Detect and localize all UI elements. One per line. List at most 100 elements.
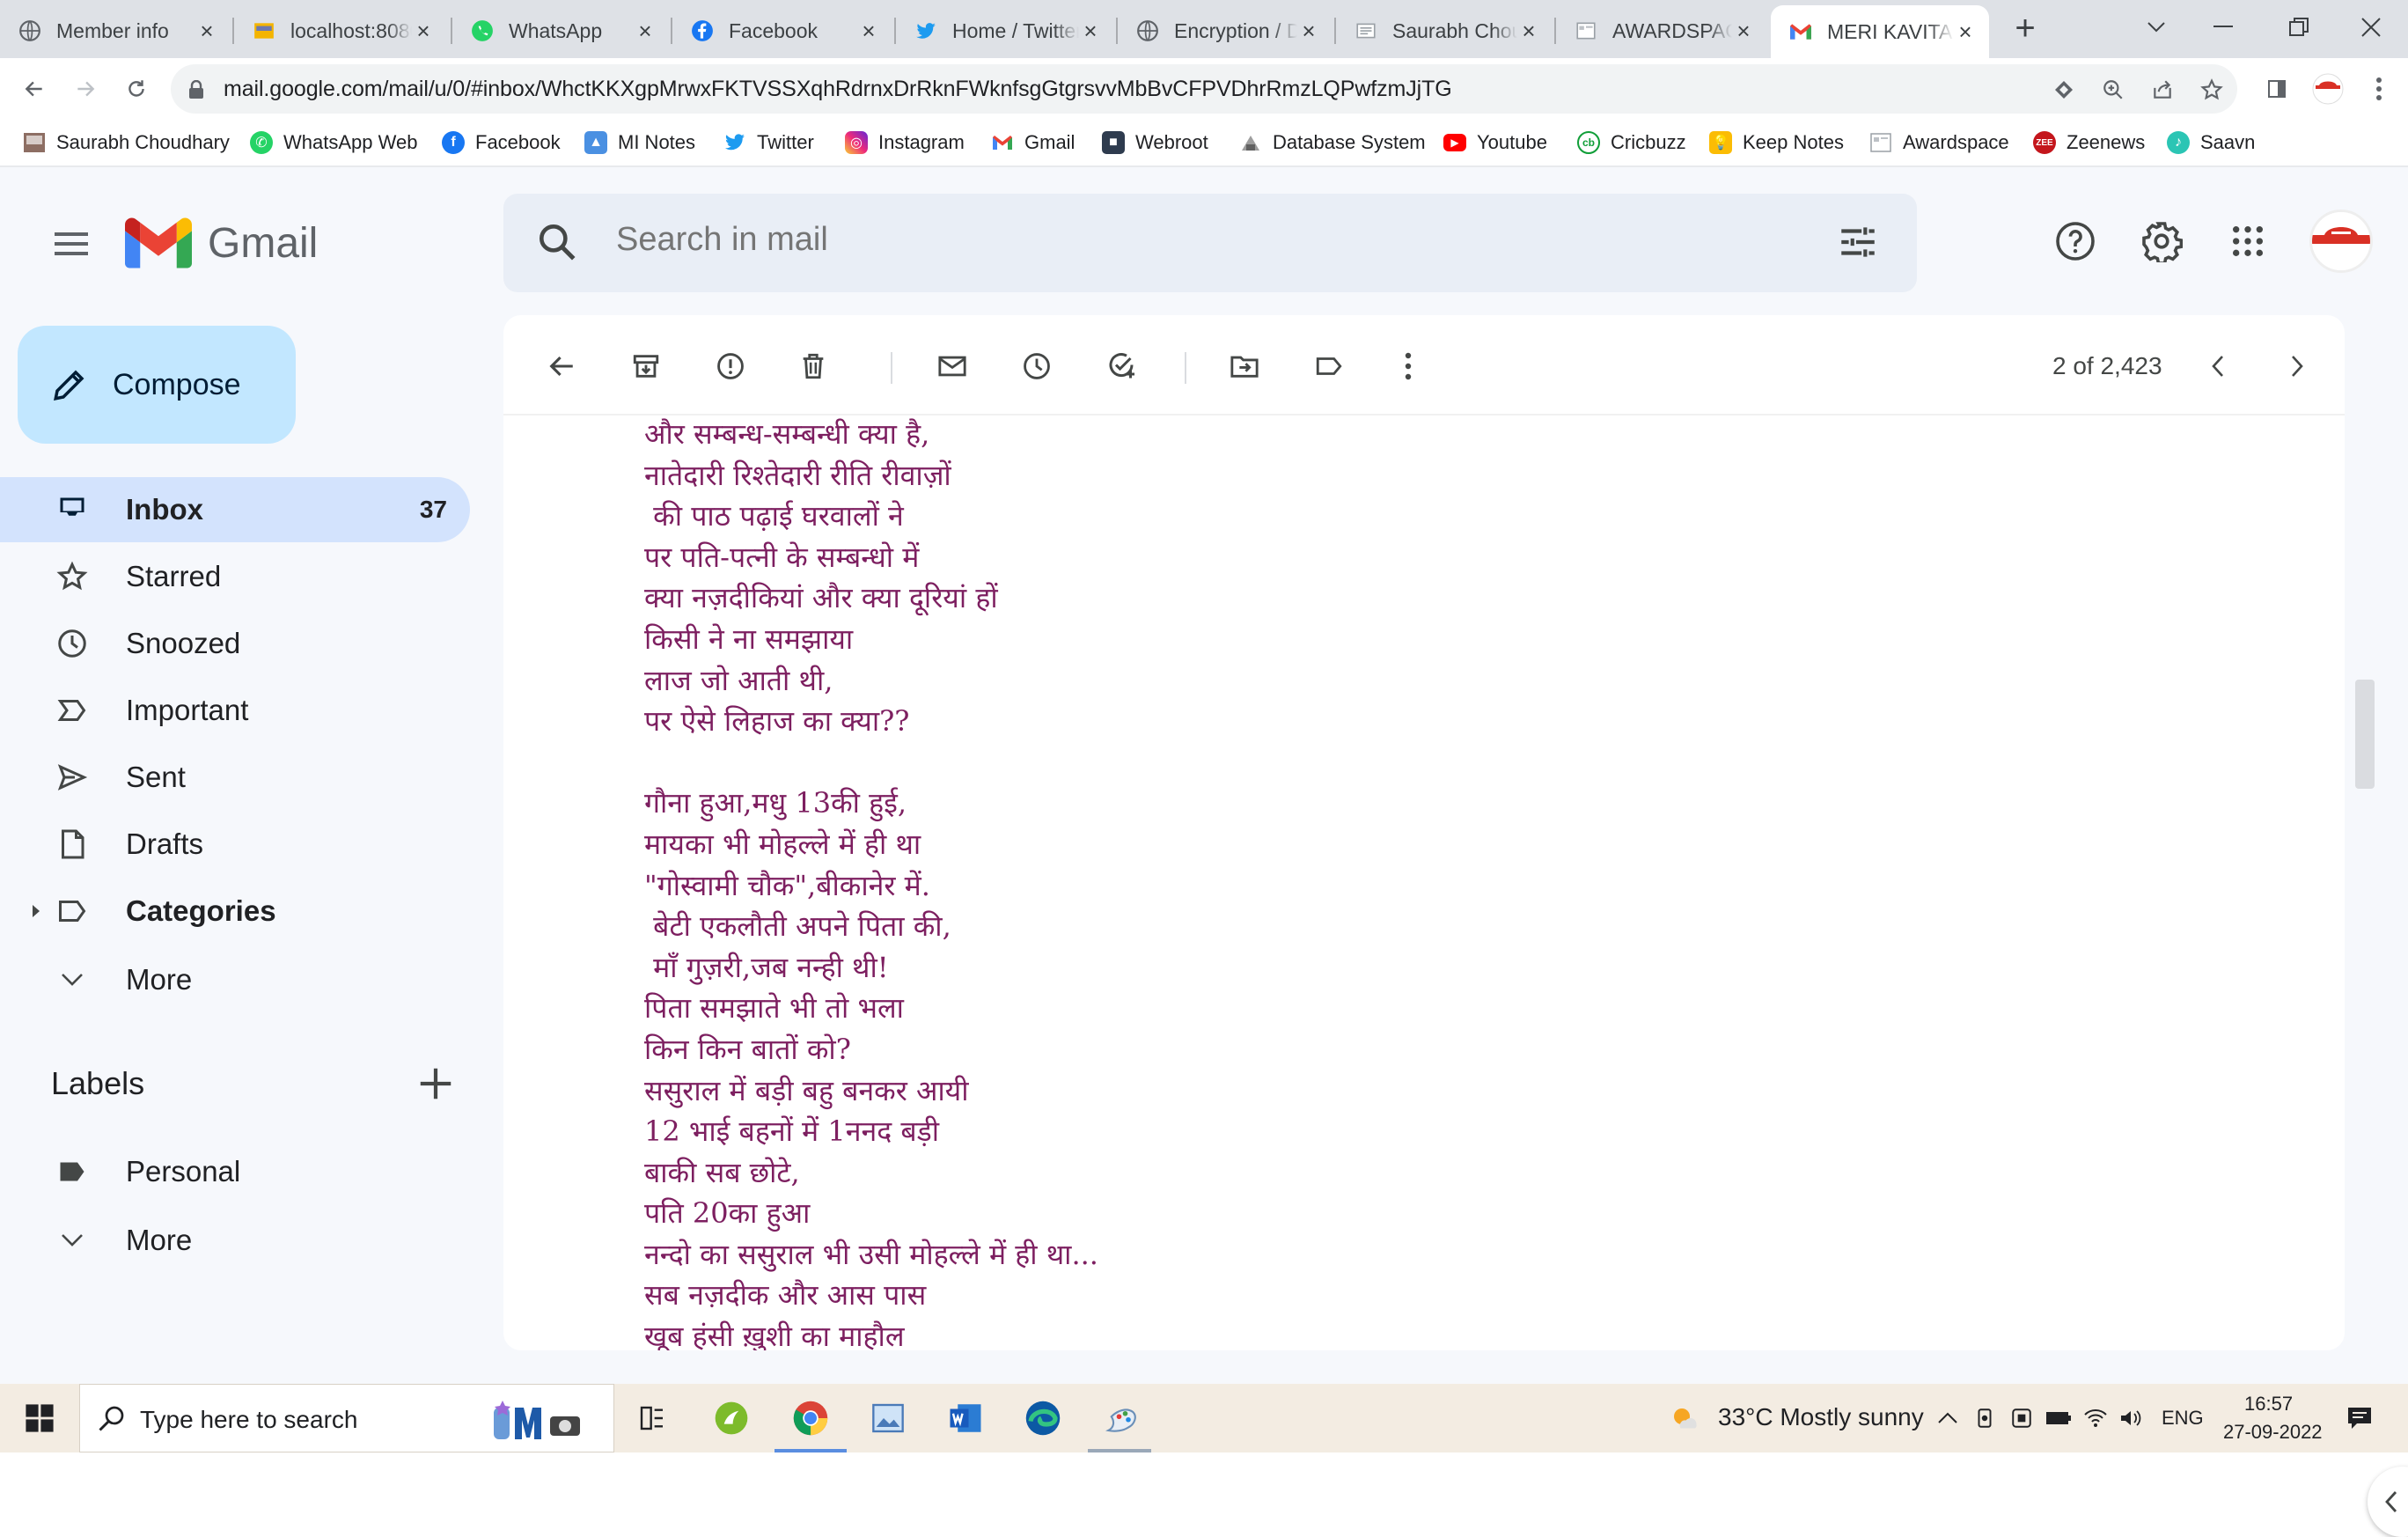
- windows-start-icon[interactable]: [18, 1396, 62, 1440]
- archive-icon[interactable]: [623, 343, 669, 389]
- nav-item-sent[interactable]: Sent: [0, 745, 470, 810]
- tab-close-icon[interactable]: ×: [634, 19, 657, 42]
- clock-time[interactable]: 16:57: [2244, 1393, 2293, 1416]
- lock-icon[interactable]: [183, 77, 209, 103]
- tab-encryption[interactable]: Encryption / D ×: [1118, 5, 1332, 56]
- move-to-folder-icon[interactable]: [1222, 343, 1267, 389]
- search-input[interactable]: [614, 220, 1674, 260]
- tab-close-icon[interactable]: ×: [1297, 19, 1320, 42]
- meet-now-icon[interactable]: [1971, 1405, 1998, 1431]
- caret-right-icon[interactable]: [30, 903, 42, 919]
- clock-date[interactable]: 27-09-2022: [2223, 1421, 2323, 1444]
- new-tab-button[interactable]: +: [2007, 11, 2044, 48]
- tab-localhost[interactable]: localhost:8080 ×: [234, 5, 447, 56]
- bookmark-youtube[interactable]: ▶ Youtube: [1443, 129, 1547, 157]
- nav-item-drafts[interactable]: Drafts: [0, 812, 470, 877]
- apps-grid-icon[interactable]: [2223, 217, 2272, 266]
- word-icon[interactable]: [943, 1396, 987, 1440]
- snooze-clock-icon[interactable]: [1014, 343, 1060, 389]
- tab-meri-kavita[interactable]: MERI KAVITA ×: [1771, 5, 1989, 58]
- tab-search-chevron-icon[interactable]: [2130, 7, 2183, 48]
- more-options-icon[interactable]: [1385, 343, 1431, 389]
- search-icon[interactable]: [535, 220, 579, 264]
- mark-unread-icon[interactable]: [929, 343, 975, 389]
- newer-chevron-left-icon[interactable]: [2195, 343, 2241, 389]
- speaker-icon[interactable]: [2118, 1405, 2144, 1431]
- weather-sun-icon[interactable]: [1669, 1403, 1700, 1435]
- weather-text[interactable]: 33°C Mostly sunny: [1718, 1403, 1924, 1431]
- edge-icon[interactable]: [1021, 1396, 1065, 1440]
- delete-trash-icon[interactable]: [790, 343, 836, 389]
- bookmark-keep-notes[interactable]: 💡 Keep Notes: [1709, 129, 1844, 157]
- tab-close-icon[interactable]: ×: [1732, 19, 1755, 42]
- tab-close-icon[interactable]: ×: [1954, 20, 1977, 43]
- settings-gear-icon[interactable]: [2137, 217, 2186, 266]
- paint-icon[interactable]: [1100, 1396, 1144, 1440]
- reload-icon[interactable]: [118, 70, 155, 107]
- zoom-icon[interactable]: [2100, 77, 2126, 103]
- wifi-icon[interactable]: [2082, 1405, 2109, 1431]
- nav-item-inbox[interactable]: Inbox 37: [0, 477, 470, 542]
- label-item-more[interactable]: More: [0, 1208, 470, 1273]
- bookmark-saavn[interactable]: ♪ Saavn: [2167, 129, 2255, 157]
- bookmark-facebook[interactable]: f Facebook: [442, 129, 561, 157]
- tab-close-icon[interactable]: ×: [1517, 19, 1540, 42]
- battery-icon[interactable]: [2045, 1405, 2072, 1431]
- taskbar-search-box[interactable]: Type here to search: [79, 1384, 614, 1452]
- tab-saurabh[interactable]: Saurabh Chou ×: [1336, 5, 1553, 56]
- add-label-icon[interactable]: [415, 1063, 456, 1104]
- nav-item-snoozed[interactable]: Snoozed: [0, 611, 470, 676]
- bookmark-awardspace[interactable]: Awardspace: [1869, 129, 2009, 157]
- gmail-logo[interactable]: Gmail: [125, 217, 318, 269]
- bookmark-twitter[interactable]: Twitter: [723, 129, 814, 157]
- bookmark-saurabh-choudhary[interactable]: Saurabh Choudhary: [23, 129, 230, 157]
- tab-awardspace[interactable]: AWARDSPACE ×: [1556, 5, 1767, 56]
- bookmark-webroot[interactable]: ■ Webroot: [1102, 129, 1208, 157]
- minimize-icon[interactable]: [2197, 7, 2250, 48]
- bookmark-cricbuzz[interactable]: cb Cricbuzz: [1577, 129, 1686, 157]
- restore-icon[interactable]: [2272, 7, 2325, 48]
- back-to-inbox-icon[interactable]: [539, 343, 584, 389]
- tab-close-icon[interactable]: ×: [1079, 19, 1102, 42]
- tab-close-icon[interactable]: ×: [857, 19, 880, 42]
- share-icon[interactable]: [2149, 77, 2176, 103]
- account-avatar[interactable]: [2309, 210, 2373, 273]
- nav-item-starred[interactable]: Starred: [0, 544, 470, 609]
- tab-member-info[interactable]: Member info ×: [0, 5, 231, 56]
- task-view-icon[interactable]: [630, 1396, 674, 1440]
- add-to-tasks-icon[interactable]: [1098, 343, 1144, 389]
- chrome-icon[interactable]: [789, 1396, 833, 1440]
- label-item-personal[interactable]: Personal: [0, 1139, 470, 1204]
- address-bar[interactable]: mail.google.com/mail/u/0/#inbox/WhctKKXg…: [171, 64, 2237, 114]
- photo-viewer-icon[interactable]: [866, 1396, 910, 1440]
- app-green-icon[interactable]: [709, 1396, 753, 1440]
- tab-facebook[interactable]: Facebook ×: [672, 5, 892, 56]
- report-spam-icon[interactable]: [708, 343, 753, 389]
- compose-button[interactable]: Compose: [18, 326, 296, 444]
- chevron-up-icon[interactable]: [1934, 1405, 1961, 1431]
- tab-twitter[interactable]: Home / Twitter ×: [896, 5, 1114, 56]
- search-bar[interactable]: [503, 194, 1917, 292]
- scrollbar-thumb[interactable]: [2355, 680, 2375, 789]
- url-text[interactable]: mail.google.com/mail/u/0/#inbox/WhctKKXg…: [224, 77, 1452, 102]
- chrome-menu-icon[interactable]: [2360, 70, 2397, 107]
- tab-close-icon[interactable]: ×: [195, 19, 218, 42]
- search-options-icon[interactable]: [1836, 220, 1880, 264]
- extension-diamond-icon[interactable]: [2051, 77, 2077, 103]
- bookmark-instagram[interactable]: ◎ Instagram: [845, 129, 965, 157]
- bookmark-mi-notes[interactable]: ▲ MI Notes: [584, 129, 695, 157]
- older-chevron-right-icon[interactable]: [2274, 343, 2320, 389]
- network-app-icon[interactable]: [2008, 1405, 2035, 1431]
- side-panel-toggle[interactable]: [2368, 1467, 2408, 1537]
- back-arrow-icon[interactable]: [16, 70, 53, 107]
- profile-avatar-icon[interactable]: [2309, 70, 2346, 107]
- forward-arrow-icon[interactable]: [67, 70, 104, 107]
- main-menu-icon[interactable]: [48, 220, 95, 268]
- tab-whatsapp[interactable]: WhatsApp ×: [452, 5, 669, 56]
- side-panel-icon[interactable]: [2258, 70, 2295, 107]
- nav-item-important[interactable]: Important: [0, 678, 470, 743]
- bookmark-star-icon[interactable]: [2199, 77, 2225, 103]
- bookmark-zeenews[interactable]: ZEE Zeenews: [2033, 129, 2145, 157]
- bookmark-gmail[interactable]: Gmail: [991, 129, 1075, 157]
- nav-item-more[interactable]: More: [0, 947, 470, 1012]
